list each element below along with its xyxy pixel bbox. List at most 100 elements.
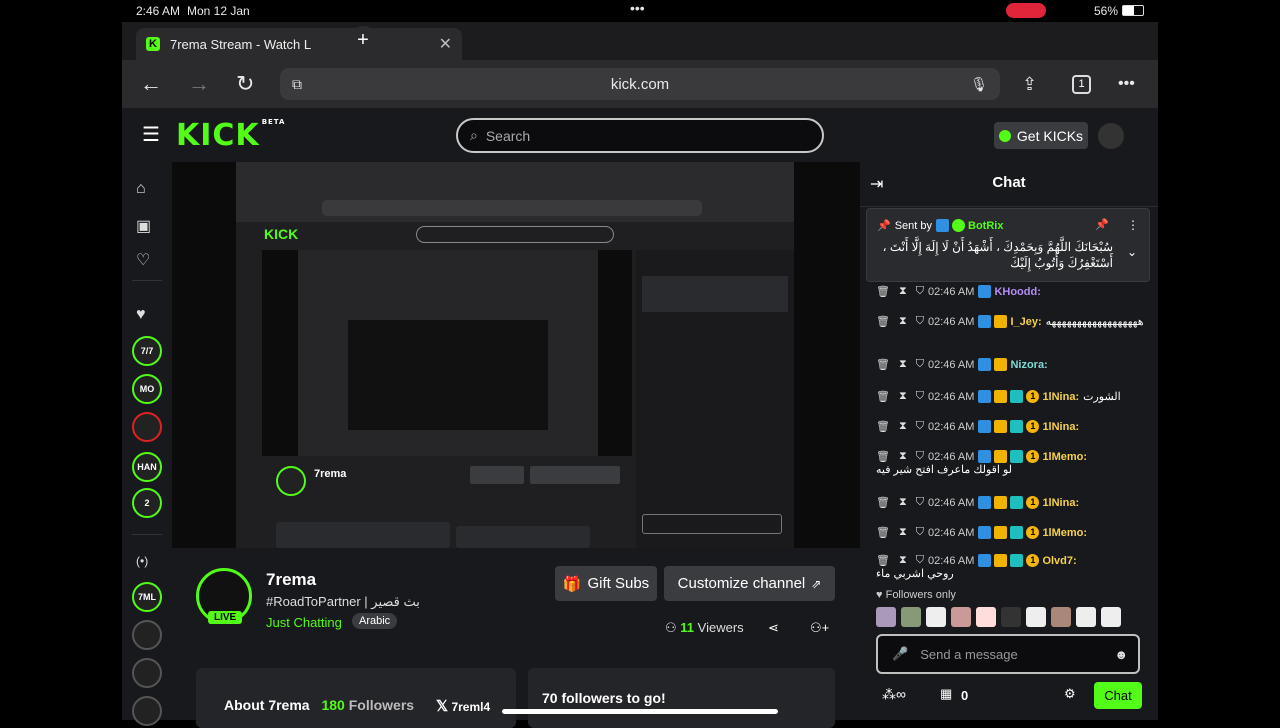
channel-name[interactable]: 7rema bbox=[266, 570, 316, 590]
delete-icon[interactable]: 🗑 bbox=[876, 315, 890, 328]
hamburger-menu-icon[interactable]: ☰ bbox=[142, 122, 160, 147]
ban-shield-icon[interactable]: ⛉ bbox=[916, 554, 924, 567]
message-username[interactable]: KHoodd: bbox=[994, 286, 1040, 298]
pinned-message[interactable]: 📌 Sent by BotRix 📌 ⋮ سُبْحَانَكَ اللَّهُ… bbox=[866, 208, 1150, 282]
chat-message[interactable]: 🗑 ⧗ ⛉ 02:46 AM 1 1lMemo: لو اقولك ماعرف افتح ش… bbox=[876, 450, 1150, 476]
store-icon[interactable]: ▦ bbox=[940, 686, 952, 702]
user-avatar[interactable] bbox=[1098, 123, 1124, 149]
send-message-input[interactable]: 🎤 Send a message ☻ bbox=[876, 634, 1140, 674]
followed-channel-avatar[interactable]: HAN bbox=[132, 452, 162, 482]
site-settings-icon[interactable]: ⧉ bbox=[292, 76, 302, 93]
timeout-icon[interactable]: ⧗ bbox=[899, 285, 907, 298]
chat-message[interactable]: 🗑 ⧗ ⛉ 02:46 AM 1 1lNina: الشورت bbox=[876, 390, 1150, 403]
delete-icon[interactable]: 🗑 bbox=[876, 450, 890, 463]
delete-icon[interactable]: 🗑 bbox=[876, 420, 890, 433]
ban-shield-icon[interactable]: ⛉ bbox=[916, 526, 924, 539]
delete-icon[interactable]: 🗑 bbox=[876, 526, 890, 539]
browser-tab[interactable]: K 7rema Stream - Watch L ✕ bbox=[136, 28, 462, 60]
gift-subs-button[interactable]: 🎁 Gift Subs bbox=[555, 566, 657, 601]
video-player[interactable]: KICK 7rema bbox=[172, 162, 860, 548]
message-username[interactable]: 1lMemo: bbox=[1042, 451, 1087, 463]
timeout-icon[interactable]: ⧗ bbox=[899, 390, 907, 403]
more-dots-icon[interactable]: ••• bbox=[630, 0, 645, 16]
timeout-icon[interactable]: ⧗ bbox=[899, 496, 907, 509]
recommended-channel-avatar[interactable] bbox=[132, 696, 162, 726]
microphone-icon[interactable]: 🎤 bbox=[892, 646, 908, 662]
x-link[interactable]: 𝕏 7reml4 bbox=[436, 697, 490, 715]
message-username[interactable]: 1lMemo: bbox=[1042, 527, 1087, 539]
customize-channel-button[interactable]: Customize channel ⇗ bbox=[664, 566, 835, 601]
message-username[interactable]: Olvd7: bbox=[1042, 555, 1076, 567]
recommended-channel-avatar[interactable] bbox=[132, 620, 162, 650]
recommended-channel-avatar[interactable]: 7ML bbox=[132, 582, 162, 612]
followed-channel-avatar[interactable] bbox=[132, 412, 162, 442]
chat-message[interactable]: 🗑 ⧗ ⛉ 02:46 AM I_Jey: ههههههههههههههههههه bbox=[876, 315, 1150, 328]
chat-message[interactable]: 🗑 ⧗ ⛉ 02:46 AM Nizora: bbox=[876, 358, 1150, 371]
recommended-channel-avatar[interactable] bbox=[132, 658, 162, 688]
ban-shield-icon[interactable]: ⛉ bbox=[916, 315, 924, 328]
chat-message[interactable]: 🗑 ⧗ ⛉ 02:46 AM 1 1lMemo: bbox=[876, 526, 1150, 539]
share-icon[interactable]: ⇪ bbox=[1022, 60, 1037, 108]
tab-count[interactable]: 1 bbox=[1072, 75, 1091, 94]
home-icon[interactable]: ⌂ bbox=[136, 180, 146, 198]
emote[interactable] bbox=[1001, 607, 1021, 627]
emoji-icon[interactable]: ☻ bbox=[1114, 647, 1128, 662]
search-input[interactable]: ⌕ Search bbox=[456, 118, 824, 153]
message-username[interactable]: I_Jey: bbox=[1010, 316, 1041, 328]
share-channel-icon[interactable]: ⋖ bbox=[768, 620, 779, 636]
timeout-icon[interactable]: ⧗ bbox=[899, 420, 907, 433]
delete-icon[interactable]: 🗑 bbox=[876, 390, 890, 403]
chat-message[interactable]: 🗑 ⧗ ⛉ 02:46 AM 1 Olvd7: روحي اشربي ماء bbox=[876, 554, 1150, 580]
emote[interactable] bbox=[1076, 607, 1096, 627]
following-heart-icon[interactable]: ♡ bbox=[136, 250, 150, 270]
message-username[interactable]: Nizora: bbox=[1010, 359, 1047, 371]
menu-dots-icon[interactable]: ••• bbox=[1118, 60, 1135, 108]
delete-icon[interactable]: 🗑 bbox=[876, 285, 890, 298]
get-kicks-button[interactable]: Get KICKs bbox=[994, 122, 1088, 149]
ban-shield-icon[interactable]: ⛉ bbox=[916, 420, 924, 433]
followed-channel-avatar[interactable]: 7/7 bbox=[132, 336, 162, 366]
chat-message[interactable]: 🗑 ⧗ ⛉ 02:46 AM 1 1lNina: bbox=[876, 420, 1150, 433]
timeout-icon[interactable]: ⧗ bbox=[899, 315, 907, 328]
message-username[interactable]: 1lNina: bbox=[1042, 421, 1079, 433]
delete-icon[interactable]: 🗑 bbox=[876, 496, 890, 509]
pinned-username[interactable]: BotRix bbox=[968, 220, 1003, 232]
emote[interactable] bbox=[1101, 607, 1121, 627]
timeout-icon[interactable]: ⧗ bbox=[899, 554, 907, 567]
message-username[interactable]: 1lNina: bbox=[1042, 391, 1079, 403]
emote[interactable] bbox=[951, 607, 971, 627]
chat-settings-icon[interactable]: ⚙ bbox=[1064, 686, 1076, 702]
back-icon[interactable]: ← bbox=[140, 60, 162, 108]
message-username[interactable]: 1lNina: bbox=[1042, 497, 1079, 509]
close-tab-icon[interactable]: ✕ bbox=[439, 34, 452, 54]
chevron-down-icon[interactable]: ⌄ bbox=[1127, 245, 1137, 259]
ban-shield-icon[interactable]: ⛉ bbox=[916, 496, 924, 509]
ban-shield-icon[interactable]: ⛉ bbox=[916, 285, 924, 298]
chat-message[interactable]: 🗑 ⧗ ⛉ 02:46 AM 1 1lNina: bbox=[876, 496, 1150, 509]
followed-channel-avatar[interactable]: MO bbox=[132, 374, 162, 404]
browse-icon[interactable]: ▣ bbox=[136, 216, 151, 236]
category-link[interactable]: Just Chatting bbox=[266, 615, 342, 630]
delete-icon[interactable]: 🗑 bbox=[876, 358, 890, 371]
infinity-points-icon[interactable]: ⁂∞ bbox=[882, 686, 906, 703]
pinned-more-icon[interactable]: ⋮ bbox=[1127, 218, 1139, 232]
timeout-icon[interactable]: ⧗ bbox=[899, 450, 907, 463]
delete-icon[interactable]: 🗑 bbox=[876, 554, 890, 567]
chat-message[interactable]: 🗑 ⧗ ⛉ 02:46 AM KHoodd: bbox=[876, 285, 1150, 298]
emote[interactable] bbox=[876, 607, 896, 627]
emote[interactable] bbox=[976, 607, 996, 627]
emote[interactable] bbox=[1051, 607, 1071, 627]
emote[interactable] bbox=[1026, 607, 1046, 627]
emote[interactable] bbox=[901, 607, 921, 627]
url-field[interactable]: ⧉ kick.com 🎙 bbox=[280, 68, 1000, 100]
ban-shield-icon[interactable]: ⛉ bbox=[916, 358, 924, 371]
new-tab-icon[interactable]: + bbox=[348, 26, 378, 56]
timeout-icon[interactable]: ⧗ bbox=[899, 526, 907, 539]
followed-channel-avatar[interactable]: 2 bbox=[132, 488, 162, 518]
follow-user-icon[interactable]: ⚇+ bbox=[810, 620, 829, 636]
ban-shield-icon[interactable]: ⛉ bbox=[916, 450, 924, 463]
timeout-icon[interactable]: ⧗ bbox=[899, 358, 907, 371]
reload-icon[interactable]: ↻ bbox=[236, 60, 254, 108]
kick-logo[interactable]: KICK BETA bbox=[176, 118, 285, 153]
language-tag[interactable]: Arabic bbox=[352, 613, 398, 629]
